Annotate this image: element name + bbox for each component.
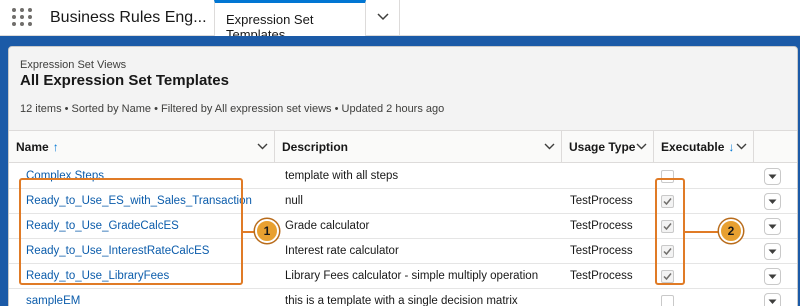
- row-actions-button[interactable]: [764, 268, 781, 285]
- callout-box-name-rows: [19, 178, 243, 285]
- column-header-usage-type[interactable]: Usage Type: [562, 131, 654, 163]
- list-view-card: Expression Set Views All Expression Set …: [8, 46, 798, 306]
- app-launcher-icon[interactable]: [12, 8, 34, 28]
- chevron-down-icon: [768, 224, 777, 229]
- chevron-down-icon: [768, 299, 777, 304]
- column-header-executable[interactable]: Executable ↓: [654, 131, 754, 163]
- chevron-down-icon: [768, 174, 777, 179]
- chevron-down-icon: [768, 249, 777, 254]
- row-actions-button[interactable]: [764, 168, 781, 185]
- chevron-down-icon[interactable]: [544, 143, 555, 150]
- tab-expression-set-templates[interactable]: Expression Set Templates: [214, 0, 366, 42]
- row-name-link[interactable]: sampleEM: [26, 295, 80, 306]
- page-title: All Expression Set Templates: [20, 72, 229, 89]
- callout-box-executable: [655, 178, 685, 285]
- column-header-description[interactable]: Description: [275, 131, 562, 163]
- tab-menu-button[interactable]: [366, 0, 400, 36]
- chevron-down-icon[interactable]: [257, 143, 268, 150]
- chevron-down-icon[interactable]: [736, 143, 747, 150]
- row-description: this is a template with a single decisio…: [285, 295, 518, 306]
- app-name: Business Rules Eng...: [50, 9, 207, 26]
- chevron-down-icon: [768, 274, 777, 279]
- row-description: template with all steps: [285, 170, 399, 182]
- column-description-label: Description: [282, 140, 349, 154]
- column-usage-type-label: Usage Type: [569, 140, 636, 154]
- row-description: null: [285, 195, 303, 207]
- callout-marker-1: 1: [255, 219, 279, 243]
- column-executable-label: Executable: [661, 140, 725, 154]
- callout-line: [685, 231, 721, 233]
- sort-ascending-icon: ↑: [52, 140, 59, 154]
- row-usage-type: TestProcess: [570, 245, 633, 257]
- table-header: Name ↑ Description Usage Type Executable ↓: [9, 131, 797, 163]
- chevron-down-icon[interactable]: [636, 143, 647, 150]
- list-meta-info: 12 items • Sorted by Name • Filtered by …: [20, 103, 445, 115]
- chevron-down-icon: [377, 13, 389, 21]
- chevron-down-icon: [768, 199, 777, 204]
- column-name-label: Name: [16, 140, 49, 154]
- app-bar: Business Rules Eng... Expression Set Tem…: [0, 0, 800, 42]
- row-actions-button[interactable]: [764, 243, 781, 260]
- sort-descending-icon: ↓: [728, 140, 735, 154]
- callout-marker-2: 2: [719, 219, 743, 243]
- table-row: sampleEM this is a template with a single…: [9, 289, 797, 306]
- row-actions-button[interactable]: [764, 193, 781, 210]
- list-view-selector-label[interactable]: Expression Set Views: [20, 59, 126, 71]
- workspace: Expression Set Views All Expression Set …: [0, 36, 800, 306]
- row-description: Library Fees calculator - simple multipl…: [285, 270, 539, 282]
- row-description: Grade calculator: [285, 220, 370, 232]
- row-usage-type: TestProcess: [570, 270, 633, 282]
- row-actions-button[interactable]: [764, 293, 781, 306]
- row-usage-type: TestProcess: [570, 195, 633, 207]
- row-actions-button[interactable]: [764, 218, 781, 235]
- row-description: Interest rate calculator: [285, 245, 399, 257]
- list-header: Expression Set Views All Expression Set …: [9, 47, 797, 131]
- executable-checkbox: [661, 295, 674, 306]
- row-usage-type: TestProcess: [570, 220, 633, 232]
- column-header-name[interactable]: Name ↑: [9, 131, 275, 163]
